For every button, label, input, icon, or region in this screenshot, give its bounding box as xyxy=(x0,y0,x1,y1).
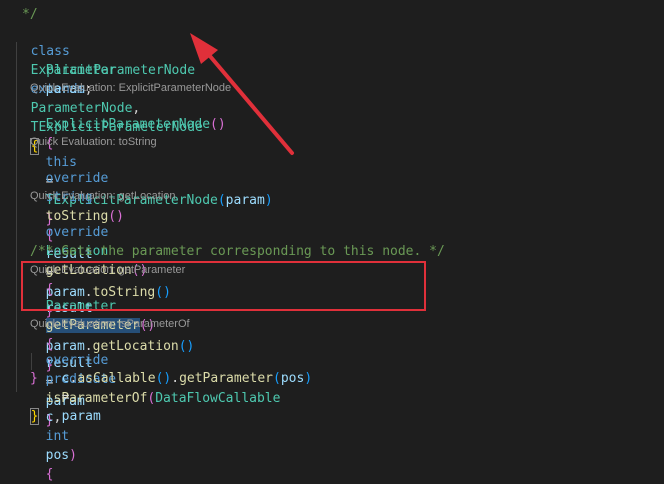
call-arg[interactable]: pos xyxy=(281,371,304,386)
code-line-outer-close[interactable]: } xyxy=(15,388,40,425)
param-close-paren: ) xyxy=(69,448,77,463)
predicate-open-brace: { xyxy=(45,467,54,482)
field-type[interactable]: Parameter xyxy=(46,63,116,78)
code-lens-quick-eval-explicitparameternode[interactable]: Quick Evaluation: ExplicitParameterNode xyxy=(30,81,231,95)
code-line-field[interactable]: Parameter param; xyxy=(30,42,116,97)
code-line-isparameterof[interactable]: override predicate isParameterOf(DataFlo… xyxy=(30,332,281,482)
code-lens-quick-eval-getlocation[interactable]: Quick Evaluation: getLocation xyxy=(30,189,176,203)
call-open-paren: ( xyxy=(273,371,281,386)
keyword-override: override xyxy=(45,171,109,186)
dot: . xyxy=(171,371,180,386)
class-close-brace: } xyxy=(29,408,40,425)
call-close-paren: ) xyxy=(264,193,273,208)
call-getparameter[interactable]: getParameter xyxy=(179,371,273,386)
code-line-comment-end[interactable]: */ xyxy=(22,5,38,24)
constructor-parens: () xyxy=(210,117,226,132)
code-line-class-declaration[interactable]: class ExplicitParameterNode extends Para… xyxy=(15,23,203,155)
annotation-highlight-box xyxy=(21,261,426,311)
code-line-inner-close[interactable]: } xyxy=(30,369,38,388)
code-line-getlocation[interactable]: override Location getLocation() { result… xyxy=(30,204,195,373)
code-lens-quick-eval-tostring[interactable]: Quick Evaluation: toString xyxy=(30,135,157,149)
code-line-predicate-body[interactable]: c.asCallable().getParameter(pos) = param xyxy=(46,350,312,424)
constructor-name[interactable]: ExplicitParameterNode xyxy=(46,117,210,132)
call-ascallable[interactable]: asCallable xyxy=(77,371,155,386)
param-name-2[interactable]: pos xyxy=(46,448,69,463)
keyword-override: override xyxy=(45,225,109,240)
code-line-tostring[interactable]: override string toString() { result = pa… xyxy=(30,150,171,319)
equals: = xyxy=(61,390,70,405)
code-line-doc-comment[interactable]: /** Gets the parameter corresponding to … xyxy=(30,242,445,261)
param-type-1[interactable]: DataFlowCallable xyxy=(155,391,280,406)
value-var[interactable]: param xyxy=(62,409,101,424)
code-lens-quick-eval-isparameterof[interactable]: Quick Evaluation: isParameterOf xyxy=(30,317,190,331)
call-open-paren: ( xyxy=(217,193,226,208)
param-type-2: int xyxy=(45,429,70,444)
call-close-paren: ) xyxy=(304,371,313,386)
code-line-constructor[interactable]: ExplicitParameterNode() { this = TExplic… xyxy=(30,96,273,227)
call-arg[interactable]: param xyxy=(226,193,265,208)
call-parens: () xyxy=(155,371,172,386)
